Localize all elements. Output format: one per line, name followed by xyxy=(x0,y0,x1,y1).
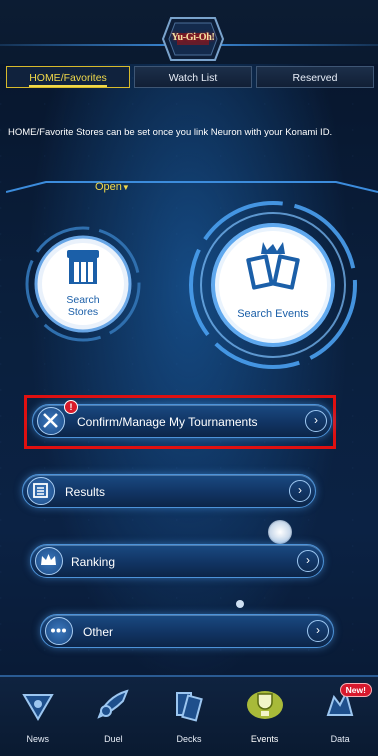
search-stores-button[interactable]: Search Stores xyxy=(25,226,141,342)
open-label: Open xyxy=(95,181,122,193)
nav-decks-label: Decks xyxy=(176,734,202,744)
results-label: Results xyxy=(65,485,106,499)
app-header: Yu-Gi-Oh! xyxy=(0,0,378,64)
yugioh-logo[interactable]: Yu-Gi-Oh! xyxy=(161,16,225,62)
ranking-label: Ranking xyxy=(71,555,116,569)
tournament-swords-icon xyxy=(37,407,65,435)
tab-watch-list[interactable]: Watch List xyxy=(134,66,252,88)
news-pyramid-icon xyxy=(18,685,58,725)
alert-badge: ! xyxy=(64,400,78,414)
results-button[interactable]: Results › xyxy=(22,474,316,508)
nav-news[interactable]: News xyxy=(0,677,76,756)
new-badge: New! xyxy=(339,683,372,697)
nav-data[interactable]: New! Data xyxy=(302,677,378,756)
light-orb xyxy=(268,520,292,544)
trophy-icon xyxy=(245,685,285,725)
other-label: Other xyxy=(83,625,114,639)
home-favorite-notice: HOME/Favorite Stores can be set once you… xyxy=(8,127,333,138)
search-events-button[interactable]: Search Events xyxy=(188,200,358,370)
other-button[interactable]: Other › xyxy=(40,614,334,648)
tab-bar: HOME/Favorites Watch List Reserved xyxy=(6,66,378,88)
nav-events-label: Events xyxy=(250,734,279,744)
chevron-right-icon: › xyxy=(305,410,327,432)
search-stores-label: Search Stores xyxy=(66,294,100,318)
chevron-right-icon: › xyxy=(307,620,329,642)
chevron-right-icon: › xyxy=(297,550,319,572)
ranking-button[interactable]: Ranking › xyxy=(30,544,324,578)
open-toggle[interactable]: Open▼ xyxy=(95,181,130,193)
tab-home-favorites[interactable]: HOME/Favorites xyxy=(6,66,130,88)
nav-duel-label: Duel xyxy=(104,734,123,744)
nav-events[interactable]: Events xyxy=(227,677,303,756)
search-events-label: Search Events xyxy=(237,308,309,320)
logo-text: Yu-Gi-Oh! xyxy=(171,32,215,43)
more-dots-icon xyxy=(45,617,73,645)
nav-duel[interactable]: Duel xyxy=(76,677,152,756)
deck-cards-icon xyxy=(169,685,209,725)
triangle-down-icon: ▼ xyxy=(121,183,130,192)
nav-news-label: News xyxy=(26,734,50,744)
results-list-icon xyxy=(27,477,55,505)
light-orb-small xyxy=(236,600,244,608)
duel-disk-icon xyxy=(93,685,133,725)
chevron-right-icon: › xyxy=(289,480,311,502)
nav-data-label: Data xyxy=(330,734,350,744)
tab-reserved[interactable]: Reserved xyxy=(256,66,374,88)
bottom-navigation: News Duel Decks Events New! Data xyxy=(0,675,378,756)
crown-icon xyxy=(35,547,63,575)
manage-tournaments-label: Confirm/Manage My Tournaments xyxy=(77,415,258,429)
nav-decks[interactable]: Decks xyxy=(151,677,227,756)
open-toggle-bar[interactable]: Open▼ xyxy=(6,178,378,194)
store-icon xyxy=(63,248,103,286)
event-cards-icon xyxy=(243,242,303,294)
